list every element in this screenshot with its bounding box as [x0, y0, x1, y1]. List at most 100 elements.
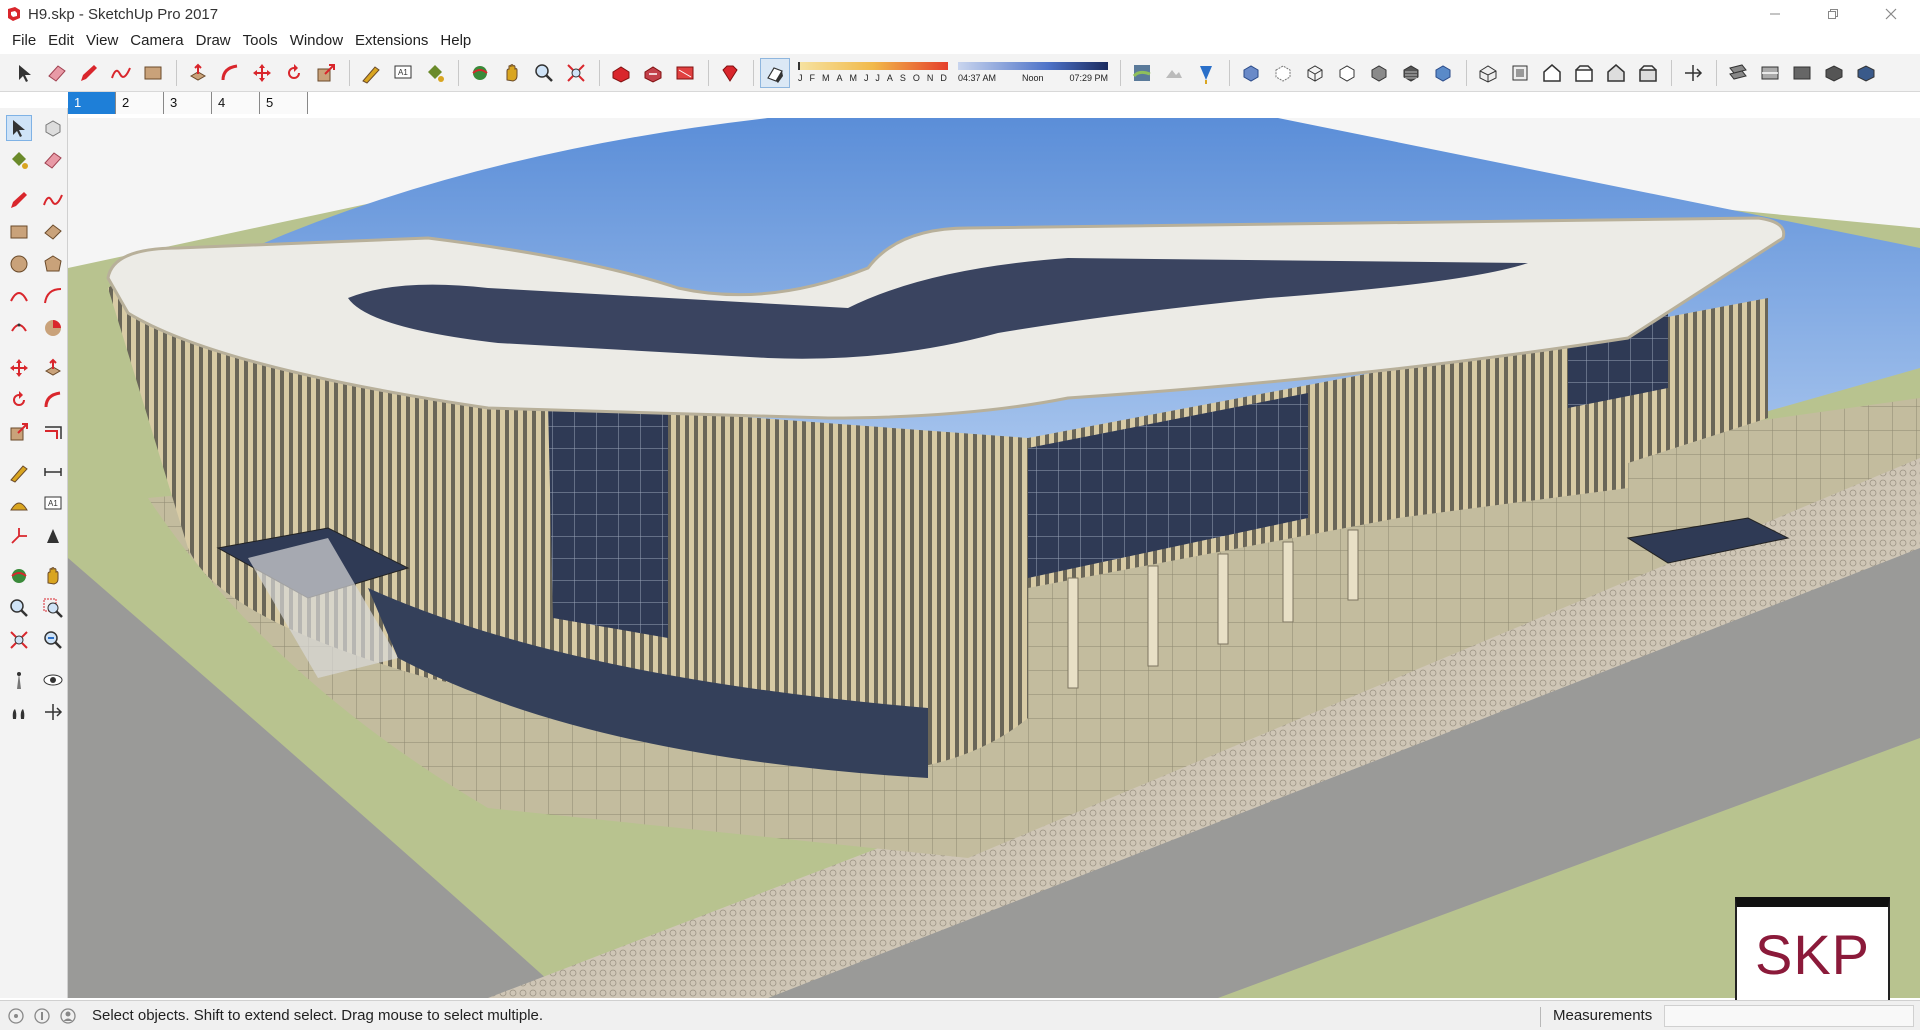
menu-extensions[interactable]: Extensions [349, 28, 434, 54]
zoom-extents-button[interactable] [561, 58, 591, 88]
palette-three-point-arc-button[interactable] [6, 315, 32, 341]
palette-look-around-button[interactable] [40, 667, 66, 693]
palette-line-button[interactable] [6, 187, 32, 213]
palette-section-plane-button[interactable] [40, 699, 66, 725]
wireframe-button[interactable] [1300, 58, 1330, 88]
palette-circle-button[interactable] [6, 251, 32, 277]
palette-walk-button[interactable] [6, 699, 32, 725]
pan-button[interactable] [497, 58, 527, 88]
scene-tab-5[interactable]: 5 [260, 92, 308, 114]
iso-view-button[interactable] [1473, 58, 1503, 88]
palette-dimensions-button[interactable] [40, 459, 66, 485]
photo-textures-button[interactable] [1191, 58, 1221, 88]
3d-warehouse-button[interactable] [606, 58, 636, 88]
left-view-button[interactable] [1633, 58, 1663, 88]
pencil-button[interactable] [74, 58, 104, 88]
menu-camera[interactable]: Camera [124, 28, 189, 54]
menu-file[interactable]: File [6, 28, 42, 54]
palette-zoom-button[interactable] [6, 595, 32, 621]
user-button[interactable] [58, 1006, 78, 1026]
menu-view[interactable]: View [80, 28, 124, 54]
palette-scale-button[interactable] [6, 419, 32, 445]
credits-button[interactable] [32, 1006, 52, 1026]
section-plane-button[interactable] [1678, 58, 1708, 88]
model-viewport[interactable] [68, 118, 1920, 998]
month-slider[interactable] [798, 62, 948, 70]
layout-button[interactable] [670, 58, 700, 88]
toggle-terrain-button[interactable] [1159, 58, 1189, 88]
back-edges-button[interactable] [1268, 58, 1298, 88]
shaded-button[interactable] [1364, 58, 1394, 88]
extension-warehouse-button[interactable] [638, 58, 668, 88]
palette-freehand-button[interactable] [40, 187, 66, 213]
palette-push-pull-button[interactable] [40, 355, 66, 381]
front-view-button[interactable] [1537, 58, 1567, 88]
components-button[interactable] [1819, 58, 1849, 88]
menu-window[interactable]: Window [284, 28, 349, 54]
palette-offset-button[interactable] [40, 419, 66, 445]
xray-button[interactable] [1236, 58, 1266, 88]
monochrome-button[interactable] [1428, 58, 1458, 88]
scene-tab-2[interactable]: 2 [116, 92, 164, 114]
palette-paint-bucket-button[interactable] [6, 147, 32, 173]
palette-move-button[interactable] [6, 355, 32, 381]
maximize-button[interactable] [1804, 0, 1862, 28]
display-section-cuts-button[interactable] [1755, 58, 1785, 88]
palette-3d-text-button[interactable] [40, 523, 66, 549]
menu-help[interactable]: Help [434, 28, 477, 54]
palette-position-camera-button[interactable] [6, 667, 32, 693]
palette-rotated-rectangle-button[interactable] [40, 219, 66, 245]
paint-bucket-button[interactable] [420, 58, 450, 88]
add-location-button[interactable] [1127, 58, 1157, 88]
scene-tab-4[interactable]: 4 [212, 92, 260, 114]
display-section-fill-button[interactable] [1787, 58, 1817, 88]
freehand-button[interactable] [106, 58, 136, 88]
minimize-button[interactable] [1746, 0, 1804, 28]
orbit-button[interactable] [465, 58, 495, 88]
display-section-planes-button[interactable] [1723, 58, 1753, 88]
back-view-button[interactable] [1601, 58, 1631, 88]
palette-orbit-button[interactable] [6, 563, 32, 589]
tape-measure-button[interactable] [356, 58, 386, 88]
menu-draw[interactable]: Draw [190, 28, 237, 54]
palette-pan-button[interactable] [40, 563, 66, 589]
right-view-button[interactable] [1569, 58, 1599, 88]
eraser-button[interactable] [42, 58, 72, 88]
shaded-textures-button[interactable] [1396, 58, 1426, 88]
geo-location-button[interactable] [6, 1006, 26, 1026]
measurements-input[interactable] [1664, 1005, 1914, 1027]
rectangle-button[interactable] [138, 58, 168, 88]
time-slider[interactable] [958, 62, 1108, 70]
rotate-button[interactable] [279, 58, 309, 88]
palette-zoom-extents-button[interactable] [6, 627, 32, 653]
scene-tab-1[interactable]: 1 [68, 92, 116, 114]
shadows-toggle-button[interactable] [760, 57, 790, 88]
palette-rectangle-button[interactable] [6, 219, 32, 245]
palette-protractor-button[interactable] [6, 491, 32, 517]
palette-two-point-arc-button[interactable] [40, 283, 66, 309]
close-button[interactable] [1862, 0, 1920, 28]
zoom-button[interactable] [529, 58, 559, 88]
palette-follow-me-button[interactable] [40, 387, 66, 413]
styles-button[interactable] [1851, 58, 1881, 88]
move-button[interactable] [247, 58, 277, 88]
palette-zoom-window-button[interactable] [40, 595, 66, 621]
menu-edit[interactable]: Edit [42, 28, 80, 54]
follow-me-button[interactable] [215, 58, 245, 88]
palette-text-button[interactable]: A1 [40, 491, 66, 517]
select-button[interactable] [10, 58, 40, 88]
hidden-line-button[interactable] [1332, 58, 1362, 88]
palette-select-button[interactable] [6, 115, 32, 141]
palette-axes-button[interactable] [6, 523, 32, 549]
palette-eraser-button[interactable] [40, 147, 66, 173]
palette-pie-button[interactable] [40, 315, 66, 341]
palette-arc-button[interactable] [6, 283, 32, 309]
top-view-button[interactable] [1505, 58, 1535, 88]
palette-make-component-button[interactable] [40, 115, 66, 141]
ruby-button[interactable] [715, 58, 745, 88]
push-pull-button[interactable] [183, 58, 213, 88]
palette-previous-view-button[interactable] [40, 627, 66, 653]
palette-polygon-button[interactable] [40, 251, 66, 277]
scale-button[interactable] [311, 58, 341, 88]
scene-tab-3[interactable]: 3 [164, 92, 212, 114]
